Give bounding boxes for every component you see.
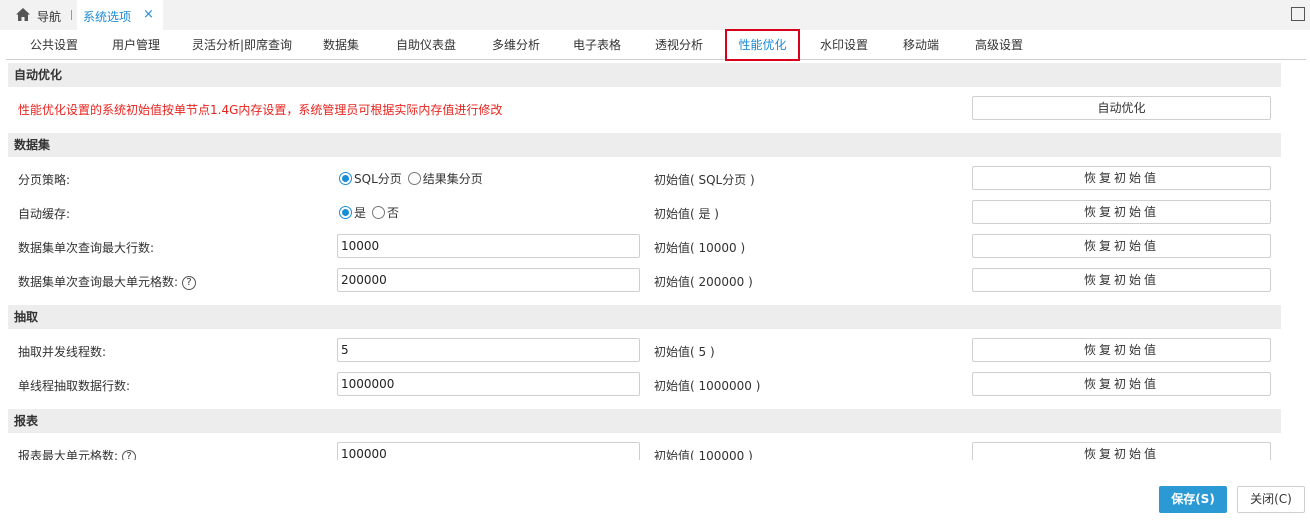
close-button[interactable]: 关闭(C)	[1237, 486, 1305, 513]
paging-initial-value: 初始值( SQL分页 )	[654, 173, 755, 187]
tab-user-management[interactable]: 用户管理	[102, 30, 170, 60]
max-cells-restore-button[interactable]: 恢复初始值	[972, 268, 1271, 292]
radio-resultset-paging[interactable]	[407, 172, 421, 185]
extract-threads-input[interactable]: 5	[337, 338, 640, 362]
open-tab-label[interactable]: 系统选项	[83, 8, 131, 25]
settings-content[interactable]: 自动优化 性能优化设置的系统初始值按单节点1.4G内存设置，系统管理员可根据实际…	[8, 63, 1282, 460]
auto-cache-radios: 是 否	[339, 204, 403, 221]
section-extract: 抽取	[8, 305, 1281, 329]
nav-home-label[interactable]: 导航	[37, 8, 61, 25]
tab-watermark[interactable]: 水印设置	[809, 30, 879, 60]
tab-mobile[interactable]: 移动端	[893, 30, 949, 60]
report-max-cells-label-wrap: 报表最大单元格数:?	[18, 447, 137, 460]
report-max-cells-initial-value: 初始值( 100000 )	[654, 449, 753, 460]
max-rows-initial-value: 初始值( 10000 )	[654, 241, 746, 255]
max-cells-initial-value: 初始值( 200000 )	[654, 275, 753, 289]
report-max-cells-restore-button[interactable]: 恢复初始值	[972, 442, 1271, 460]
report-max-cells-label: 报表最大单元格数:	[18, 449, 119, 460]
tab-public-settings[interactable]: 公共设置	[20, 30, 88, 60]
tab-advanced[interactable]: 高级设置	[964, 30, 1034, 60]
section-report: 报表	[8, 409, 1281, 433]
radio-cache-yes[interactable]	[339, 206, 352, 219]
paging-strategy-radios: SQL分页 结果集分页	[339, 170, 487, 187]
max-rows-label: 数据集单次查询最大行数:	[18, 241, 155, 255]
max-cells-input[interactable]: 200000	[337, 268, 640, 292]
rows-per-thread-restore-button[interactable]: 恢复初始值	[972, 372, 1271, 396]
radio-sql-paging[interactable]	[339, 172, 352, 185]
max-rows-restore-button[interactable]: 恢复初始值	[972, 234, 1271, 258]
max-rows-input[interactable]: 10000	[337, 234, 640, 258]
tab-dashboard[interactable]: 自助仪表盘	[386, 30, 466, 60]
rows-per-thread-initial-value: 初始值( 1000000 )	[654, 379, 761, 393]
max-cells-label: 数据集单次查询最大单元格数:	[18, 275, 179, 289]
paging-strategy-label: 分页策略:	[18, 173, 71, 187]
home-icon[interactable]	[16, 8, 30, 21]
tab-flexible-analysis[interactable]: 灵活分析|即席查询	[186, 30, 298, 60]
tab-dataset[interactable]: 数据集	[316, 30, 366, 60]
memory-hint: 性能优化设置的系统初始值按单节点1.4G内存设置，系统管理员可根据实际内存值进行…	[18, 103, 503, 117]
tab-olap[interactable]: 多维分析	[481, 30, 551, 60]
rows-per-thread-label: 单线程抽取数据行数:	[18, 379, 131, 393]
help-icon[interactable]: ?	[122, 449, 137, 460]
section-dataset: 数据集	[8, 133, 1281, 157]
tab-spreadsheet[interactable]: 电子表格	[562, 30, 632, 60]
report-max-cells-input[interactable]: 100000	[337, 442, 640, 460]
auto-cache-label: 自动缓存:	[18, 207, 71, 221]
tab-performance[interactable]: 性能优化	[725, 29, 800, 61]
maximize-icon[interactable]	[1291, 7, 1305, 21]
help-icon[interactable]: ?	[182, 275, 197, 290]
cache-initial-value: 初始值( 是 )	[654, 207, 719, 221]
radio-cache-no-label[interactable]: 否	[387, 204, 399, 221]
auto-optimize-button[interactable]: 自动优化	[972, 96, 1271, 120]
max-cells-label-wrap: 数据集单次查询最大单元格数:?	[18, 273, 197, 290]
radio-resultset-paging-label[interactable]: 结果集分页	[423, 170, 483, 187]
extract-threads-label: 抽取并发线程数:	[18, 345, 107, 359]
top-nav-bar: 导航 系统选项 ×	[0, 0, 1310, 30]
cache-restore-button[interactable]: 恢复初始值	[972, 200, 1271, 224]
extract-threads-restore-button[interactable]: 恢复初始值	[972, 338, 1271, 362]
tab-pivot-analysis[interactable]: 透视分析	[644, 30, 714, 60]
save-button[interactable]: 保存(S)	[1159, 486, 1227, 513]
section-auto-optimize: 自动优化	[8, 63, 1281, 87]
settings-tabs: 公共设置 用户管理 灵活分析|即席查询 数据集 自助仪表盘 多维分析 电子表格 …	[6, 29, 1306, 61]
radio-cache-yes-label[interactable]: 是	[354, 204, 366, 221]
paging-restore-button[interactable]: 恢复初始值	[972, 166, 1271, 190]
radio-sql-paging-label[interactable]: SQL分页	[354, 170, 402, 187]
radio-cache-no[interactable]	[372, 206, 386, 219]
close-tab-icon[interactable]: ×	[143, 7, 154, 22]
rows-per-thread-input[interactable]: 1000000	[337, 372, 640, 396]
nav-separator	[71, 10, 72, 20]
extract-threads-initial-value: 初始值( 5 )	[654, 345, 715, 359]
